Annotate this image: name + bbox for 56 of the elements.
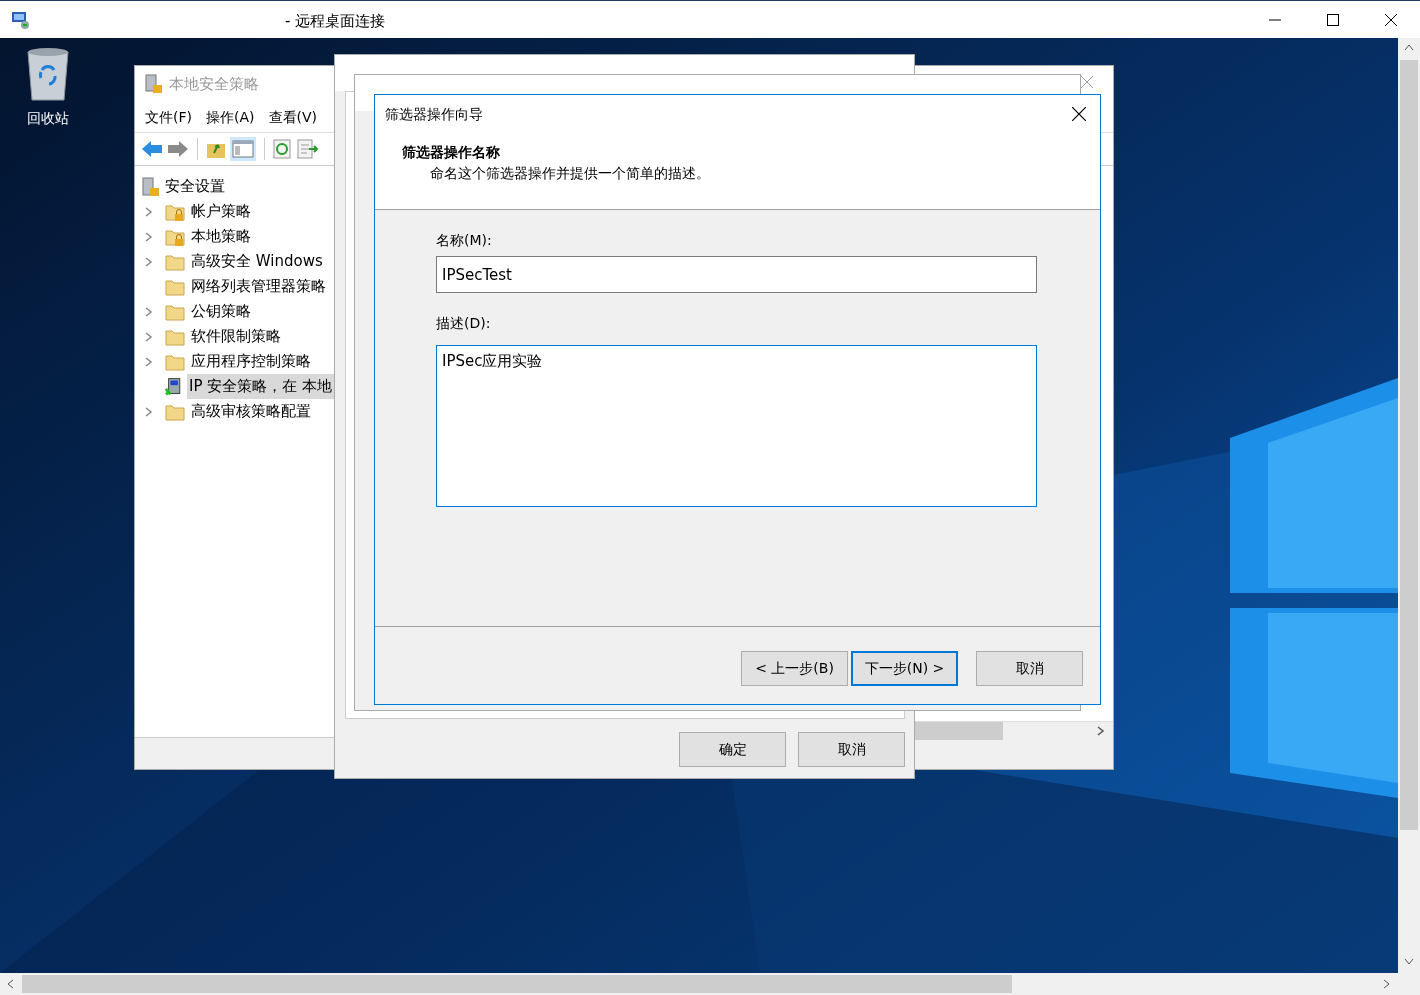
scrollbar-thumb[interactable]	[22, 975, 1012, 993]
window-title: 本地安全策略	[169, 73, 259, 95]
menu-item[interactable]: 查看(V)	[268, 106, 317, 128]
scroll-down-icon[interactable]	[1404, 958, 1414, 965]
server-lock-icon	[145, 74, 163, 94]
wizard-button[interactable]: 下一步(N) >	[851, 651, 958, 686]
scrollbar-thumb[interactable]	[915, 722, 1003, 740]
scroll-up-icon[interactable]	[1404, 44, 1414, 51]
menu-item[interactable]: 操作(A)	[206, 106, 255, 128]
wizard-button[interactable]: < 上一步(B)	[741, 651, 848, 686]
expand-chevron-icon[interactable]	[145, 256, 153, 267]
tree-item[interactable]: 安全设置	[165, 175, 225, 198]
tree-item[interactable]: 本地策略	[189, 224, 253, 249]
dialog-button[interactable]: 确定	[679, 732, 786, 767]
show-tree-icon[interactable]	[230, 137, 256, 161]
name-field[interactable]: IPSecTest	[436, 256, 1037, 293]
policy-computer-icon	[164, 376, 183, 397]
export-list-icon[interactable]	[297, 139, 319, 159]
scrollbar-thumb[interactable]	[1400, 60, 1418, 830]
tree-item[interactable]: IP 安全策略，在 本地	[187, 374, 334, 399]
close-icon[interactable]	[1385, 14, 1397, 26]
server-lock-icon	[141, 176, 161, 197]
window-title: - 远程桌面连接	[285, 11, 386, 32]
recycle-bin-icon[interactable]	[24, 46, 72, 102]
wizard-button[interactable]: 取消	[976, 651, 1083, 686]
tree-item[interactable]: 应用程序控制策略	[189, 349, 313, 374]
desktop-icon-label[interactable]: 回收站	[27, 108, 69, 129]
description-field[interactable]: IPSec应用实验	[436, 345, 1037, 507]
menu-item[interactable]: 文件(F)	[145, 106, 192, 128]
maximize-icon[interactable]	[1327, 14, 1339, 26]
scroll-right-icon[interactable]	[1383, 979, 1390, 989]
remote-desktop-icon	[11, 10, 31, 30]
field-label: 名称(M):	[436, 231, 493, 250]
scroll-left-icon[interactable]	[7, 979, 14, 989]
wizard-subheading: 命名这个筛选器操作并提供一个简单的描述。	[429, 164, 711, 183]
scroll-right-icon[interactable]	[1097, 726, 1105, 736]
dialog-title: 筛选器操作向导	[385, 104, 483, 124]
back-arrow-icon[interactable]	[141, 140, 163, 158]
expand-chevron-icon[interactable]	[145, 356, 153, 367]
wizard-heading: 筛选器操作名称	[401, 143, 501, 162]
dialog-button[interactable]: 取消	[798, 732, 905, 767]
close-button[interactable]	[1072, 107, 1086, 121]
forward-arrow-icon[interactable]	[167, 140, 189, 158]
expand-chevron-icon[interactable]	[145, 231, 153, 242]
expand-chevron-icon[interactable]	[145, 306, 153, 317]
tree-item[interactable]: 公钥策略	[189, 299, 253, 324]
expand-chevron-icon[interactable]	[145, 406, 153, 417]
refresh-icon[interactable]	[273, 139, 293, 159]
expand-chevron-icon[interactable]	[145, 206, 153, 217]
tree-item[interactable]: 网络列表管理器策略	[189, 274, 328, 299]
tree-item[interactable]: 高级安全 Windows	[189, 249, 325, 274]
tree-item[interactable]: 软件限制策略	[189, 324, 283, 349]
expand-chevron-icon[interactable]	[145, 331, 153, 342]
tree-item[interactable]: 高级审核策略配置	[189, 399, 313, 424]
field-label: 描述(D):	[436, 314, 492, 333]
tree-item[interactable]: 帐户策略	[189, 199, 253, 224]
